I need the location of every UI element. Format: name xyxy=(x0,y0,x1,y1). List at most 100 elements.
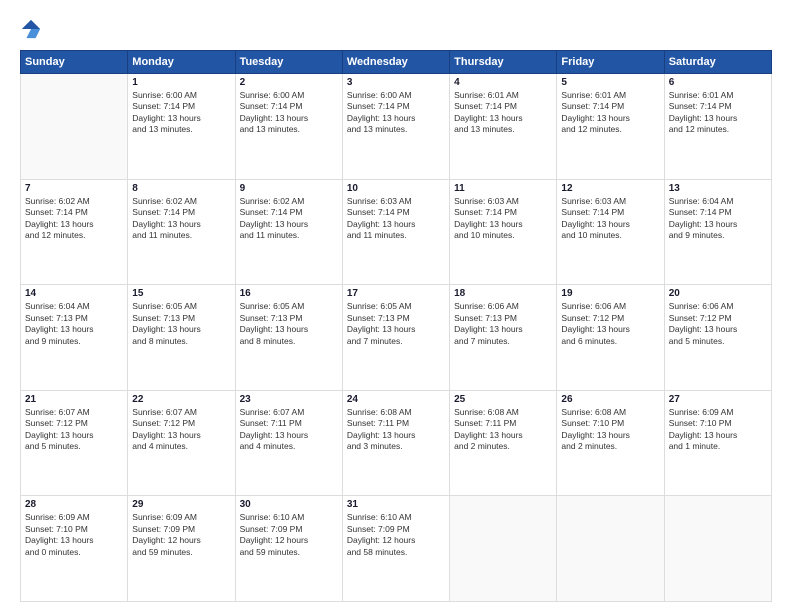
calendar-cell xyxy=(664,496,771,602)
calendar-cell: 27 Sunrise: 6:09 AM Sunset: 7:10 PM Dayli… xyxy=(664,390,771,496)
day-info: Sunrise: 6:05 AM Sunset: 7:13 PM Dayligh… xyxy=(347,301,445,347)
day-number: 25 xyxy=(454,394,552,405)
calendar-cell: 11 Sunrise: 6:03 AM Sunset: 7:14 PM Dayli… xyxy=(450,179,557,285)
day-info: Sunrise: 6:07 AM Sunset: 7:12 PM Dayligh… xyxy=(25,407,123,453)
weekday-friday: Friday xyxy=(557,51,664,74)
day-info: Sunrise: 6:05 AM Sunset: 7:13 PM Dayligh… xyxy=(132,301,230,347)
calendar-cell: 30 Sunrise: 6:10 AM Sunset: 7:09 PM Dayli… xyxy=(235,496,342,602)
week-row-1: 7 Sunrise: 6:02 AM Sunset: 7:14 PM Daylig… xyxy=(21,179,772,285)
calendar-cell: 5Sunrise: 6:01 AM Sunset: 7:14 PM Daylig… xyxy=(557,74,664,180)
calendar-cell xyxy=(557,496,664,602)
day-number: 18 xyxy=(454,288,552,299)
calendar-cell: 23 Sunrise: 6:07 AM Sunset: 7:11 PM Dayli… xyxy=(235,390,342,496)
day-info: Sunrise: 6:00 AM Sunset: 7:14 PM Dayligh… xyxy=(132,90,230,136)
day-number: 23 xyxy=(240,394,338,405)
day-number: 11 xyxy=(454,183,552,194)
calendar-cell: 16 Sunrise: 6:05 AM Sunset: 7:13 PM Dayli… xyxy=(235,285,342,391)
calendar-cell: 18 Sunrise: 6:06 AM Sunset: 7:13 PM Dayli… xyxy=(450,285,557,391)
header xyxy=(20,18,772,42)
day-number: 28 xyxy=(25,499,123,510)
day-info: Sunrise: 6:08 AM Sunset: 7:10 PM Dayligh… xyxy=(561,407,659,453)
calendar-cell xyxy=(450,496,557,602)
day-number: 2 xyxy=(240,77,338,88)
day-number: 21 xyxy=(25,394,123,405)
day-number: 8 xyxy=(132,183,230,194)
weekday-monday: Monday xyxy=(128,51,235,74)
day-info: Sunrise: 6:00 AM Sunset: 7:14 PM Dayligh… xyxy=(347,90,445,136)
day-info: Sunrise: 6:09 AM Sunset: 7:09 PM Dayligh… xyxy=(132,512,230,558)
day-number: 7 xyxy=(25,183,123,194)
calendar-table: SundayMondayTuesdayWednesdayThursdayFrid… xyxy=(20,50,772,602)
calendar-cell: 24 Sunrise: 6:08 AM Sunset: 7:11 PM Dayli… xyxy=(342,390,449,496)
calendar-cell: 13Sunrise: 6:04 AM Sunset: 7:14 PM Dayli… xyxy=(664,179,771,285)
calendar-cell: 12 Sunrise: 6:03 AM Sunset: 7:14 PM Dayli… xyxy=(557,179,664,285)
weekday-sunday: Sunday xyxy=(21,51,128,74)
day-info: Sunrise: 6:00 AM Sunset: 7:14 PM Dayligh… xyxy=(240,90,338,136)
day-info: Sunrise: 6:06 AM Sunset: 7:13 PM Dayligh… xyxy=(454,301,552,347)
day-info: Sunrise: 6:05 AM Sunset: 7:13 PM Dayligh… xyxy=(240,301,338,347)
calendar-cell: 22Sunrise: 6:07 AM Sunset: 7:12 PM Dayli… xyxy=(128,390,235,496)
weekday-tuesday: Tuesday xyxy=(235,51,342,74)
day-info: Sunrise: 6:09 AM Sunset: 7:10 PM Dayligh… xyxy=(25,512,123,558)
day-info: Sunrise: 6:02 AM Sunset: 7:14 PM Dayligh… xyxy=(132,196,230,242)
calendar-cell: 21 Sunrise: 6:07 AM Sunset: 7:12 PM Dayli… xyxy=(21,390,128,496)
day-info: Sunrise: 6:08 AM Sunset: 7:11 PM Dayligh… xyxy=(347,407,445,453)
day-info: Sunrise: 6:10 AM Sunset: 7:09 PM Dayligh… xyxy=(347,512,445,558)
calendar-cell: 4Sunrise: 6:01 AM Sunset: 7:14 PM Daylig… xyxy=(450,74,557,180)
calendar-cell: 6 Sunrise: 6:01 AM Sunset: 7:14 PM Daylig… xyxy=(664,74,771,180)
day-info: Sunrise: 6:06 AM Sunset: 7:12 PM Dayligh… xyxy=(669,301,767,347)
day-number: 16 xyxy=(240,288,338,299)
day-number: 17 xyxy=(347,288,445,299)
calendar-cell: 3 Sunrise: 6:00 AM Sunset: 7:14 PM Daylig… xyxy=(342,74,449,180)
day-info: Sunrise: 6:09 AM Sunset: 7:10 PM Dayligh… xyxy=(669,407,767,453)
week-row-2: 14 Sunrise: 6:04 AM Sunset: 7:13 PM Dayli… xyxy=(21,285,772,391)
day-number: 27 xyxy=(669,394,767,405)
calendar-cell: 29 Sunrise: 6:09 AM Sunset: 7:09 PM Dayli… xyxy=(128,496,235,602)
day-info: Sunrise: 6:03 AM Sunset: 7:14 PM Dayligh… xyxy=(561,196,659,242)
day-info: Sunrise: 6:06 AM Sunset: 7:12 PM Dayligh… xyxy=(561,301,659,347)
day-number: 12 xyxy=(561,183,659,194)
day-number: 3 xyxy=(347,77,445,88)
day-info: Sunrise: 6:01 AM Sunset: 7:14 PM Dayligh… xyxy=(561,90,659,136)
day-info: Sunrise: 6:08 AM Sunset: 7:11 PM Dayligh… xyxy=(454,407,552,453)
calendar-cell: 28 Sunrise: 6:09 AM Sunset: 7:10 PM Dayli… xyxy=(21,496,128,602)
calendar-cell: 10Sunrise: 6:03 AM Sunset: 7:14 PM Dayli… xyxy=(342,179,449,285)
day-number: 29 xyxy=(132,499,230,510)
day-number: 1 xyxy=(132,77,230,88)
calendar-cell: 25 Sunrise: 6:08 AM Sunset: 7:11 PM Dayli… xyxy=(450,390,557,496)
weekday-header-row: SundayMondayTuesdayWednesdayThursdayFrid… xyxy=(21,51,772,74)
day-number: 9 xyxy=(240,183,338,194)
calendar-cell xyxy=(21,74,128,180)
day-number: 31 xyxy=(347,499,445,510)
day-number: 13 xyxy=(669,183,767,194)
day-number: 22 xyxy=(132,394,230,405)
day-info: Sunrise: 6:01 AM Sunset: 7:14 PM Dayligh… xyxy=(669,90,767,136)
day-number: 14 xyxy=(25,288,123,299)
logo xyxy=(20,18,46,42)
calendar-cell: 14 Sunrise: 6:04 AM Sunset: 7:13 PM Dayli… xyxy=(21,285,128,391)
day-number: 26 xyxy=(561,394,659,405)
day-number: 30 xyxy=(240,499,338,510)
calendar-cell: 31 Sunrise: 6:10 AM Sunset: 7:09 PM Dayli… xyxy=(342,496,449,602)
day-info: Sunrise: 6:03 AM Sunset: 7:14 PM Dayligh… xyxy=(347,196,445,242)
calendar-cell: 19Sunrise: 6:06 AM Sunset: 7:12 PM Dayli… xyxy=(557,285,664,391)
day-number: 24 xyxy=(347,394,445,405)
calendar-cell: 9 Sunrise: 6:02 AM Sunset: 7:14 PM Daylig… xyxy=(235,179,342,285)
page: SundayMondayTuesdayWednesdayThursdayFrid… xyxy=(0,0,792,612)
week-row-0: 1 Sunrise: 6:00 AM Sunset: 7:14 PM Daylig… xyxy=(21,74,772,180)
calendar-cell: 1 Sunrise: 6:00 AM Sunset: 7:14 PM Daylig… xyxy=(128,74,235,180)
day-info: Sunrise: 6:03 AM Sunset: 7:14 PM Dayligh… xyxy=(454,196,552,242)
day-info: Sunrise: 6:04 AM Sunset: 7:13 PM Dayligh… xyxy=(25,301,123,347)
day-info: Sunrise: 6:02 AM Sunset: 7:14 PM Dayligh… xyxy=(240,196,338,242)
calendar-cell: 2 Sunrise: 6:00 AM Sunset: 7:14 PM Daylig… xyxy=(235,74,342,180)
weekday-saturday: Saturday xyxy=(664,51,771,74)
calendar-cell: 20Sunrise: 6:06 AM Sunset: 7:12 PM Dayli… xyxy=(664,285,771,391)
day-info: Sunrise: 6:07 AM Sunset: 7:11 PM Dayligh… xyxy=(240,407,338,453)
day-info: Sunrise: 6:01 AM Sunset: 7:14 PM Dayligh… xyxy=(454,90,552,136)
day-number: 6 xyxy=(669,77,767,88)
calendar-cell: 8 Sunrise: 6:02 AM Sunset: 7:14 PM Daylig… xyxy=(128,179,235,285)
logo-icon xyxy=(20,18,42,40)
week-row-3: 21 Sunrise: 6:07 AM Sunset: 7:12 PM Dayli… xyxy=(21,390,772,496)
day-info: Sunrise: 6:02 AM Sunset: 7:14 PM Dayligh… xyxy=(25,196,123,242)
day-info: Sunrise: 6:10 AM Sunset: 7:09 PM Dayligh… xyxy=(240,512,338,558)
